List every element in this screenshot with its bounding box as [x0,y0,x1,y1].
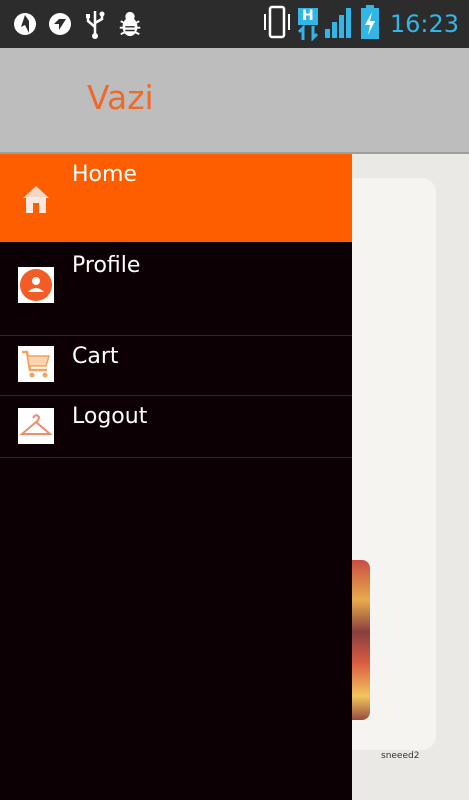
vpn-icon [12,8,38,40]
drawer-item-label: Cart [72,344,119,369]
drawer-item-profile[interactable]: Profile [0,243,352,336]
fabric-pattern-image [352,560,370,720]
battery-charging-icon [360,4,380,44]
photo-credit: sneeed2 [381,751,420,761]
app-title: Vazi [87,78,154,117]
system-icons: H 16:23 [262,4,459,44]
profile-icon [18,267,54,303]
status-bar: H 16:23 [0,0,469,48]
data-transfer-icon: H [297,7,318,41]
debug-icon [117,8,143,40]
drawer-item-label: Home [72,162,137,187]
app-icon [47,8,73,40]
vibrate-icon [262,4,292,44]
usb-icon [82,8,108,40]
clock: 16:23 [389,10,459,38]
drawer-item-label: Logout [72,404,148,429]
drawer-item-logout[interactable]: Logout [0,396,352,458]
hanger-icon [18,408,54,444]
network-type-label: H [297,7,318,25]
drawer-item-cart[interactable]: Cart [0,336,352,396]
navigation-drawer: Home Profile Cart Logout [0,154,352,800]
home-icon [18,180,54,216]
app-bar [0,48,469,154]
drawer-item-label: Profile [72,253,141,278]
signal-icon [324,5,354,43]
drawer-item-home[interactable]: Home [0,154,352,242]
cart-icon [18,346,54,382]
notification-icons [12,8,143,40]
